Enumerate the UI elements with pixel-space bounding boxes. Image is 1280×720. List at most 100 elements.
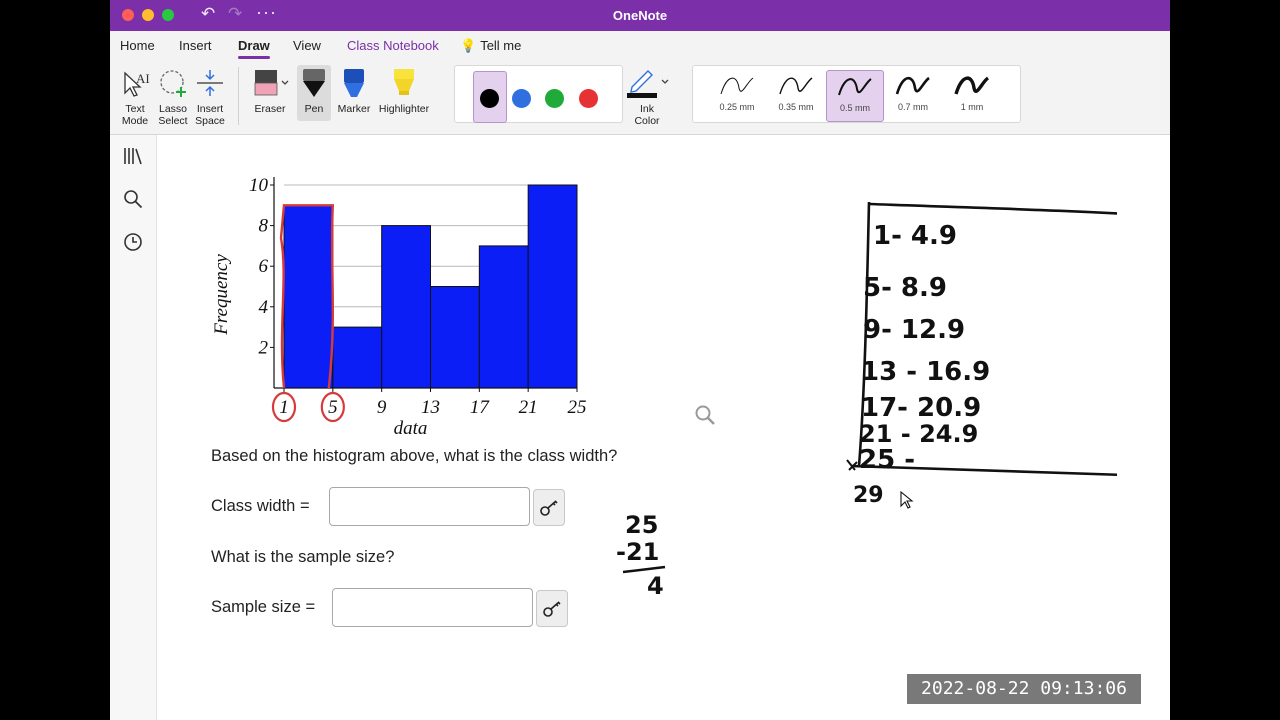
color-green-swatch[interactable] [545, 89, 564, 108]
key-icon [540, 500, 558, 516]
ink-subtraction-result: 4 [647, 572, 664, 600]
highlighter-button[interactable]: Highlighter [376, 67, 432, 115]
ink-class-row-2: 5- 8.9 [863, 273, 947, 303]
app-title: OneNote [612, 8, 668, 23]
lasso-select-button[interactable]: Lasso Select [156, 67, 190, 127]
ink-color-label-2: Color [634, 115, 660, 127]
x-tick-label: 21 [519, 397, 538, 418]
navigation-sidebar [110, 135, 157, 720]
thickness-1mm-option[interactable]: 1 mm [944, 70, 1000, 120]
class-width-label: Class width = [211, 497, 310, 515]
tab-draw[interactable]: Draw [238, 38, 270, 59]
page-canvas[interactable]: 2 4 6 8 10 1 5 9 13 17 21 25 data Frequency Based on … [157, 135, 1170, 720]
ink-subtraction-top: 25 [625, 511, 658, 539]
histogram-bar [527, 184, 578, 389]
ink-class-row-8: 29 [853, 483, 884, 508]
y-tick-label: 2 [259, 337, 269, 358]
thickness-label: 0.5 mm [839, 103, 870, 113]
color-red-swatch[interactable] [579, 89, 598, 108]
x-axis-label: data [394, 418, 428, 439]
ink-box-top [868, 202, 1117, 215]
recent-icon[interactable] [122, 231, 144, 253]
stroke-sample-icon [895, 76, 930, 95]
eraser-icon [254, 70, 289, 96]
x-tick-label: 5 [328, 397, 338, 418]
toolbar-divider [238, 67, 239, 125]
highlighter-label: Highlighter [378, 103, 430, 115]
text-mode-button[interactable]: AI Text Mode [118, 67, 152, 127]
histogram-bar [381, 225, 432, 389]
thickness-025-option[interactable]: 0.25 mm [709, 70, 765, 120]
class-width-question: Based on the histogram above, what is th… [211, 447, 618, 465]
marker-label: Marker [337, 103, 371, 115]
x-tick-label: 1 [279, 397, 289, 418]
tab-view[interactable]: View [293, 38, 321, 53]
ribbon-tabs: Home Insert Draw View Class Notebook 💡 Te… [110, 31, 1170, 59]
ink-color-button[interactable]: Ink Color [624, 67, 670, 127]
pen-button[interactable]: Pen [297, 65, 331, 121]
ink-class-row-5: 17- 20.9 [861, 393, 981, 423]
insert-space-label-2: Space [195, 115, 225, 127]
thickness-07-option[interactable]: 0.7 mm [885, 70, 941, 120]
magnify-icon[interactable] [693, 403, 717, 427]
tell-me-button[interactable]: 💡 Tell me [460, 38, 521, 54]
mouse-cursor-icon [900, 490, 914, 509]
color-blue-swatch[interactable] [512, 89, 531, 108]
pen-label: Pen [304, 103, 324, 115]
histogram-bar [430, 286, 480, 389]
sample-size-input[interactable] [332, 588, 533, 627]
notebooks-icon[interactable] [122, 145, 144, 167]
tab-class-notebook[interactable]: Class Notebook [347, 38, 439, 53]
sample-size-question: What is the sample size? [211, 548, 395, 566]
stroke-sample-icon [720, 77, 754, 95]
ink-class-row-3: 9- 12.9 [863, 315, 965, 345]
svg-text:AI: AI [136, 71, 150, 86]
ink-class-row-1: 1- 4.9 [873, 221, 957, 251]
lightbulb-icon: 💡 [460, 38, 477, 53]
onenote-window: ↶ ↷ ··· OneNote Home Insert Draw View Cl… [110, 0, 1170, 720]
marker-icon [344, 69, 364, 97]
stroke-sample-icon [954, 76, 990, 95]
thickness-05-option[interactable]: 0.5 mm [826, 70, 884, 122]
highlighter-icon [394, 69, 414, 95]
lasso-label-1: Lasso [158, 103, 188, 115]
ink-subtraction-middle: -21 [616, 538, 659, 566]
class-width-key-button[interactable] [533, 489, 565, 526]
eraser-label: Eraser [254, 103, 286, 115]
x-tick-label: 13 [421, 397, 440, 418]
pen-thickness-panel: 0.25 mm 0.35 mm 0.5 mm 0.7 mm 1 mm [692, 65, 1021, 123]
video-timestamp: 2022-08-22 09:13:06 [907, 674, 1141, 704]
thickness-035-option[interactable]: 0.35 mm [768, 70, 824, 120]
tab-home[interactable]: Home [120, 38, 155, 53]
ink-class-row-6: 21 - 24.9 [859, 420, 978, 448]
marker-button[interactable]: Marker [335, 67, 373, 115]
thickness-label: 0.35 mm [778, 102, 814, 112]
key-icon [543, 601, 561, 617]
x-tick-label: 17 [470, 397, 491, 418]
tell-me-label: Tell me [480, 38, 522, 53]
thickness-label: 0.25 mm [719, 102, 755, 112]
histogram-bar [332, 326, 383, 389]
stroke-sample-icon [779, 77, 813, 95]
y-tick-label: 4 [259, 297, 269, 318]
search-icon[interactable] [122, 188, 144, 210]
ink-color-label-1: Ink [639, 103, 654, 115]
ink-class-row-4: 13 - 16.9 [861, 357, 990, 387]
draw-toolbar: AI Text Mode Lasso Select Insert Space E… [110, 59, 1170, 135]
y-axis-label: Frequency [211, 254, 232, 336]
color-black-swatch[interactable] [480, 89, 499, 108]
insert-space-button[interactable]: Insert Space [193, 67, 227, 127]
class-width-input[interactable] [329, 487, 530, 526]
y-tick-label: 8 [259, 216, 269, 237]
histogram-bar [283, 204, 334, 389]
sample-size-key-button[interactable] [536, 590, 568, 627]
sample-size-label: Sample size = [211, 598, 316, 616]
eraser-button[interactable]: Eraser [250, 67, 290, 115]
insert-space-label-1: Insert [196, 103, 224, 115]
ink-subtraction: 25 -21 4 [616, 511, 666, 600]
stroke-sample-icon [838, 78, 872, 96]
tab-insert[interactable]: Insert [179, 38, 212, 53]
y-tick-label: 6 [259, 256, 269, 277]
insert-space-icon [197, 70, 223, 96]
ink-class-row-7: 25 - [859, 445, 915, 475]
